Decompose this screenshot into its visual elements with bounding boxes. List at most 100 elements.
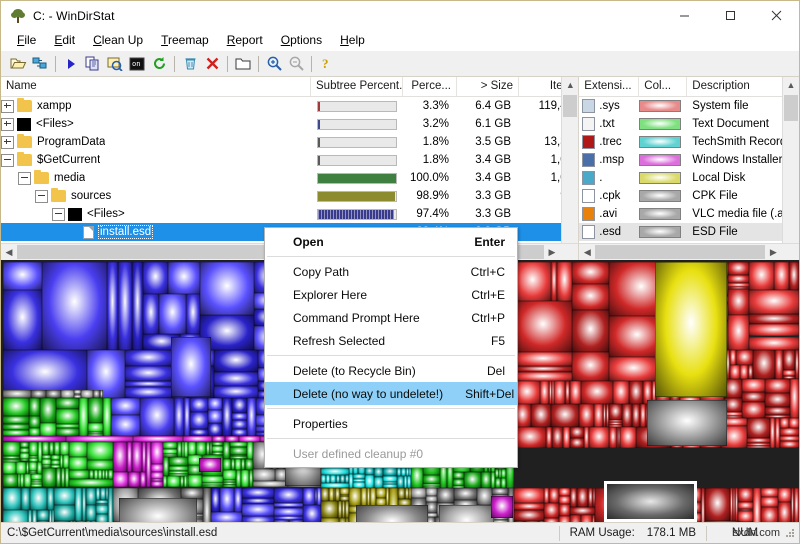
treemap-tile[interactable] [742, 379, 765, 392]
treemap-tile[interactable] [96, 505, 109, 513]
treemap-tile[interactable] [171, 337, 211, 397]
menu-file[interactable]: File [8, 31, 45, 50]
treemap-tile[interactable] [376, 488, 386, 498]
treemap-tile[interactable] [789, 262, 799, 290]
refresh-icon[interactable] [148, 53, 170, 74]
treemap-tile[interactable] [151, 464, 163, 472]
treemap-tile[interactable] [223, 485, 237, 487]
treemap-tile[interactable] [551, 404, 579, 427]
treemap-tile[interactable] [143, 294, 160, 334]
treemap-tile[interactable] [365, 475, 374, 488]
scroll-left-icon[interactable]: ◀ [1, 244, 17, 260]
treemap-tile[interactable] [29, 416, 40, 428]
collapse-icon[interactable] [18, 172, 31, 185]
expand-icon[interactable] [1, 118, 14, 131]
open-folder-icon[interactable] [7, 53, 29, 74]
treemap-tile[interactable] [87, 442, 113, 460]
treemap-tile[interactable] [374, 467, 383, 477]
treemap-tile[interactable] [579, 404, 594, 427]
treemap-tile[interactable] [609, 427, 617, 448]
treemap-tile[interactable] [514, 427, 546, 448]
treemap-tile[interactable] [125, 387, 171, 398]
treemap-tile[interactable] [3, 474, 18, 487]
treemap-tile[interactable] [581, 381, 613, 404]
treemap-tile[interactable] [234, 488, 242, 512]
treemap-tile[interactable] [570, 427, 584, 438]
treemap-tile[interactable] [140, 398, 174, 436]
close-button[interactable] [753, 1, 799, 30]
treemap-tile[interactable] [514, 510, 544, 521]
treemap-tile[interactable] [540, 381, 549, 404]
treemap-tile[interactable] [186, 294, 201, 334]
treemap-tile[interactable] [572, 352, 609, 381]
treemap-tile[interactable] [3, 262, 42, 290]
treemap-tile[interactable] [214, 372, 257, 386]
treemap-tile[interactable] [253, 469, 275, 482]
collapse-icon[interactable] [1, 154, 14, 167]
tree-header-bar[interactable]: Subtree Percent... [311, 77, 403, 96]
treemap-tile[interactable] [589, 427, 609, 448]
treemap-tile[interactable] [86, 505, 96, 521]
treemap-tile[interactable] [742, 402, 765, 418]
zoom-out-icon[interactable] [285, 53, 307, 74]
treemap-tile[interactable] [30, 488, 47, 510]
treemap-tile[interactable] [174, 398, 184, 436]
treemap-tile[interactable] [200, 262, 254, 315]
treemap-tile[interactable] [738, 511, 753, 521]
treemap-tile[interactable] [56, 398, 79, 409]
treemap-tile[interactable] [514, 503, 544, 510]
treemap-tile[interactable] [765, 393, 790, 407]
treemap-tile[interactable] [69, 457, 87, 470]
treemap-tile[interactable] [242, 504, 275, 516]
treemap-tile[interactable] [42, 262, 107, 350]
ext-hscroll-thumb[interactable] [595, 245, 765, 259]
ext-vscroll-thumb[interactable] [784, 95, 798, 121]
treemap-tile[interactable] [411, 465, 423, 488]
treemap-tile[interactable] [253, 481, 288, 487]
expand-icon[interactable] [1, 136, 14, 149]
treemap-tile[interactable] [453, 479, 464, 486]
treemap-tile[interactable] [88, 423, 103, 432]
command-prompt-here-icon[interactable]: on [126, 53, 148, 74]
treemap-tile[interactable] [125, 350, 171, 366]
treemap-tile[interactable] [241, 470, 249, 487]
treemap-tile[interactable] [132, 442, 142, 472]
treemap-tile[interactable] [730, 365, 740, 379]
treemap-tile[interactable] [31, 390, 46, 398]
menu-item-command-prompt-here[interactable]: Command Prompt HereCtrl+P [265, 306, 517, 329]
table-row[interactable]: xampp3.3%6.4 GB119,49 [1, 97, 578, 115]
menu-item-copy-path[interactable]: Copy PathCtrl+C [265, 260, 517, 283]
treemap-tile[interactable] [454, 488, 477, 500]
context-menu[interactable]: OpenEnterCopy PathCtrl+CExplorer HereCtr… [264, 227, 518, 468]
treemap-tile[interactable] [132, 262, 143, 350]
scroll-up-icon[interactable]: ▲ [783, 77, 799, 93]
table-row[interactable]: <Files>97.4%3.3 GB18 [1, 205, 578, 223]
list-item[interactable]: .aviVLC media file (.avi) [579, 205, 799, 223]
treemap-tile[interactable] [199, 458, 221, 472]
treemap-tile[interactable] [29, 462, 37, 471]
treemap-tile[interactable] [398, 488, 405, 499]
treemap-tile[interactable] [774, 262, 790, 290]
treemap-tile[interactable] [514, 262, 551, 301]
treemap-tile[interactable] [202, 485, 223, 487]
treemap-tile[interactable] [640, 404, 647, 427]
tree-header-size[interactable]: > Size [457, 77, 519, 96]
treemap-tile[interactable] [16, 462, 25, 474]
treemap-tile[interactable] [211, 488, 220, 512]
treemap-tile[interactable] [780, 418, 789, 428]
treemap-tile[interactable] [60, 442, 69, 455]
treemap-tile[interactable] [3, 462, 16, 474]
list-item[interactable]: .Local Disk [579, 169, 799, 187]
list-item[interactable]: .txtText Document [579, 115, 799, 133]
treemap-tile[interactable] [54, 488, 75, 505]
treemap-tile[interactable] [783, 350, 795, 371]
treemap-tile[interactable] [559, 496, 570, 505]
treemap-tile[interactable] [223, 442, 231, 459]
treemap-tile[interactable] [554, 381, 566, 404]
treemap-tile[interactable] [54, 505, 75, 521]
treemap-tile[interactable] [3, 390, 31, 398]
treemap-tile[interactable] [31, 484, 42, 487]
treemap-tile[interactable] [464, 472, 481, 488]
tree-vscroll-thumb[interactable] [563, 95, 577, 117]
treemap-tile[interactable] [780, 441, 799, 448]
